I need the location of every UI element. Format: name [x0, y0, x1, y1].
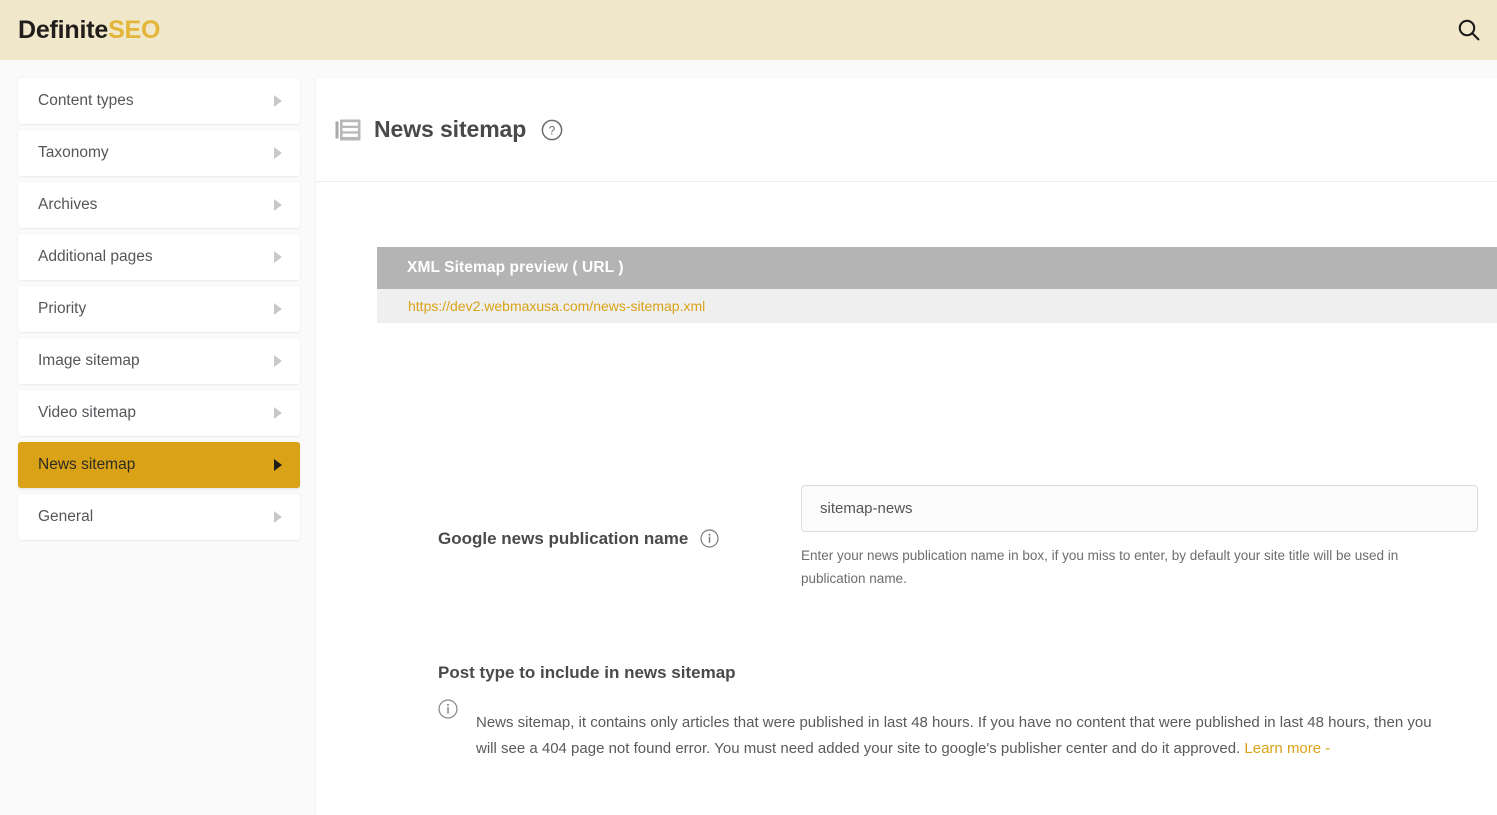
- xml-preview-header: XML Sitemap preview ( URL ): [377, 247, 1497, 289]
- sidebar-item-taxonomy[interactable]: Taxonomy: [18, 130, 300, 176]
- sidebar-item-label: Video sitemap: [38, 404, 136, 422]
- post-type-section: Post type to include in news sitemap New…: [438, 664, 1468, 777]
- sidebar-item-video-sitemap[interactable]: Video sitemap: [18, 390, 300, 436]
- post-type-notice-text: News sitemap, it contains only articles …: [476, 710, 1441, 762]
- app-logo: DefiniteSEO: [18, 15, 161, 44]
- logo-text-primary: Definite: [18, 15, 109, 44]
- sidebar-item-label: Additional pages: [38, 248, 153, 266]
- page-body: Content types Taxonomy Archives Addition…: [0, 60, 1497, 815]
- app-header: DefiniteSEO: [0, 0, 1497, 60]
- sidebar-item-label: Taxonomy: [38, 144, 109, 162]
- publication-name-row: Google news publication name Enter your …: [316, 485, 1497, 590]
- newspaper-icon: [335, 119, 361, 141]
- sidebar-item-label: Content types: [38, 92, 134, 110]
- sidebar-item-content-types[interactable]: Content types: [18, 78, 300, 124]
- learn-more-link[interactable]: Learn more -: [1244, 740, 1330, 757]
- xml-preview-url-row: https://dev2.webmaxusa.com/news-sitemap.…: [377, 289, 1497, 323]
- chevron-right-icon: [274, 95, 282, 107]
- sidebar-item-label: News sitemap: [38, 456, 136, 474]
- publication-name-label-group: Google news publication name: [316, 485, 801, 548]
- sitemap-url-link[interactable]: https://dev2.webmaxusa.com/news-sitemap.…: [408, 299, 705, 313]
- chevron-right-icon: [274, 459, 282, 471]
- main-panel: News sitemap ? XML Sitemap preview ( URL…: [316, 78, 1497, 815]
- xml-sitemap-preview: XML Sitemap preview ( URL ) https://dev2…: [377, 247, 1497, 323]
- logo-text-accent: SEO: [108, 15, 161, 44]
- sidebar-item-label: Priority: [38, 300, 87, 318]
- page-title: News sitemap: [374, 116, 527, 142]
- svg-text:?: ?: [549, 123, 556, 137]
- panel-header: News sitemap ?: [316, 78, 1497, 182]
- chevron-right-icon: [274, 303, 282, 315]
- chevron-right-icon: [274, 355, 282, 367]
- post-type-notice: News sitemap, it contains only articles …: [438, 695, 1468, 777]
- sidebar: Content types Taxonomy Archives Addition…: [0, 60, 316, 815]
- sidebar-item-news-sitemap[interactable]: News sitemap: [18, 442, 300, 488]
- sidebar-item-image-sitemap[interactable]: Image sitemap: [18, 338, 300, 384]
- panel-content: XML Sitemap preview ( URL ) https://dev2…: [316, 182, 1497, 814]
- sidebar-item-priority[interactable]: Priority: [18, 286, 300, 332]
- sidebar-item-label: Image sitemap: [38, 352, 140, 370]
- publication-name-label: Google news publication name: [438, 529, 689, 548]
- sidebar-item-label: Archives: [38, 196, 98, 214]
- chevron-right-icon: [274, 251, 282, 263]
- sidebar-item-archives[interactable]: Archives: [18, 182, 300, 228]
- chevron-right-icon: [274, 511, 282, 523]
- search-button[interactable]: [1441, 0, 1497, 60]
- info-icon[interactable]: [700, 529, 719, 548]
- sidebar-item-label: General: [38, 508, 94, 526]
- publication-name-help-text: Enter your news publication name in box,…: [801, 548, 1399, 586]
- chevron-right-icon: [274, 147, 282, 159]
- search-icon: [1456, 17, 1482, 43]
- info-icon: [438, 699, 458, 719]
- sidebar-item-additional-pages[interactable]: Additional pages: [18, 234, 300, 280]
- xml-preview-title: XML Sitemap preview ( URL ): [407, 259, 624, 277]
- chevron-right-icon: [274, 199, 282, 211]
- help-circle-icon[interactable]: ?: [541, 119, 563, 141]
- publication-name-input[interactable]: [801, 485, 1478, 532]
- post-type-section-title: Post type to include in news sitemap: [438, 663, 736, 682]
- chevron-right-icon: [274, 407, 282, 419]
- publication-name-field-group: Enter your news publication name in box,…: [801, 485, 1497, 590]
- sidebar-item-general[interactable]: General: [18, 494, 300, 540]
